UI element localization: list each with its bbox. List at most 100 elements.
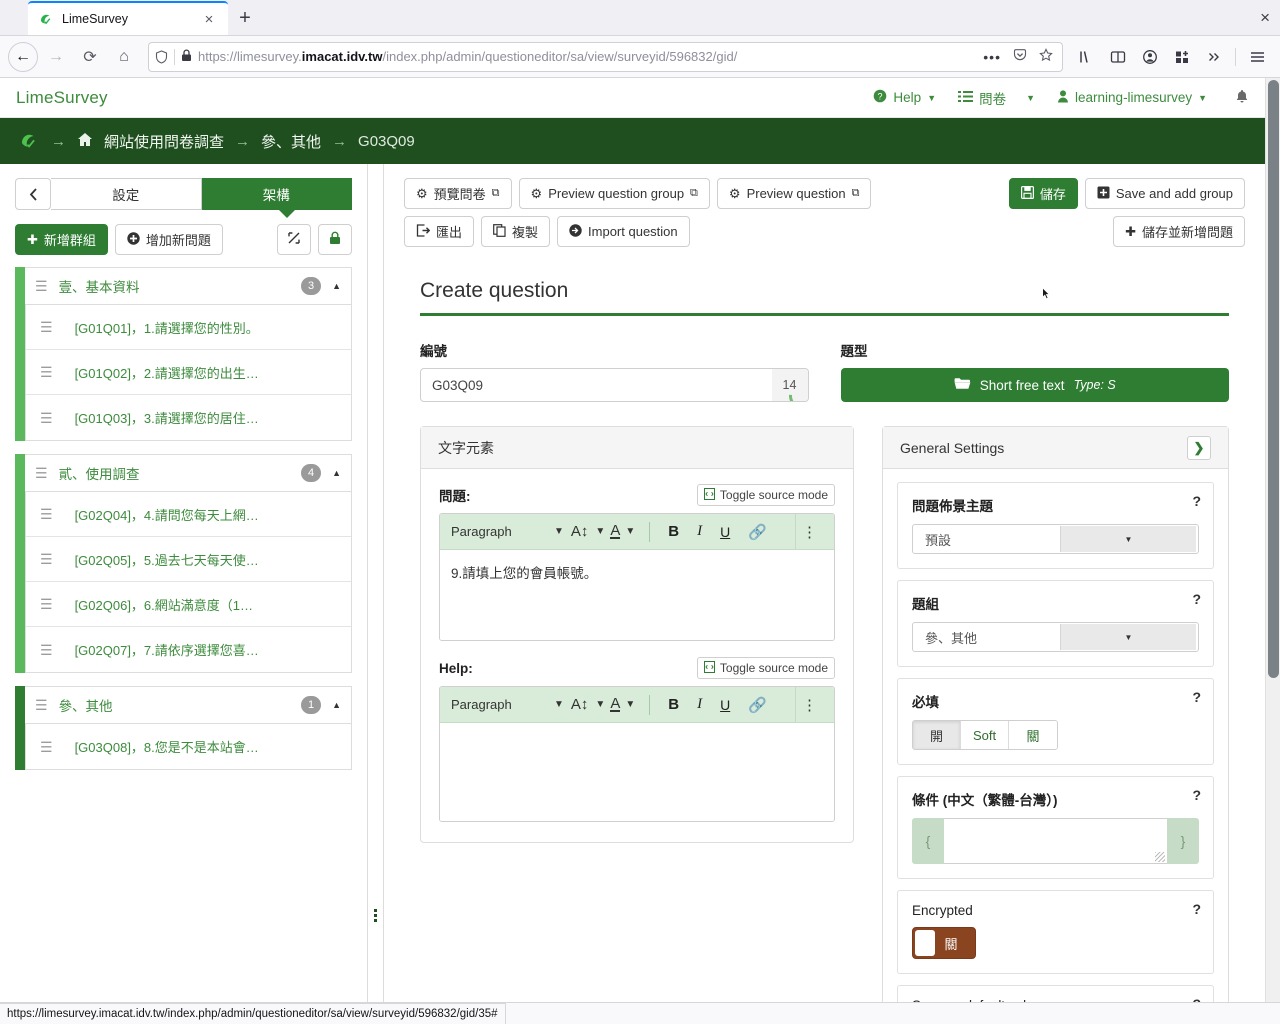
question-rich-editor[interactable]: Paragraph ▼ A↕ ▼ A ▼ B I U 🔗 ⋮ 9.請填上您的會員… <box>439 513 835 641</box>
pocket-icon[interactable] <box>1010 48 1030 65</box>
help-marker-icon[interactable]: ? <box>1192 591 1201 607</box>
group-title[interactable]: 壹、基本資料 <box>59 276 291 296</box>
app-brand[interactable]: LimeSurvey <box>16 88 108 108</box>
mandatory-option-on[interactable]: 開 <box>913 721 961 749</box>
chevron-right-icon[interactable]: ❯ <box>1187 435 1211 460</box>
preview-question-button[interactable]: ⚙ Preview question ⧉ <box>716 178 872 209</box>
help-text-content[interactable] <box>440 723 834 821</box>
bell-icon[interactable] <box>1235 89 1249 107</box>
drag-handle-icon[interactable]: ☰ <box>40 597 53 611</box>
font-color-icon[interactable]: A <box>610 696 621 712</box>
chevron-up-icon[interactable]: ▲ <box>332 468 341 478</box>
list-item[interactable]: ☰ [G01Q03]，3.請選擇您的居住… <box>26 395 351 440</box>
list-item[interactable]: ☰ [G01Q01]，1.請選擇您的性別。 <box>26 305 351 350</box>
help-marker-icon[interactable]: ? <box>1192 901 1201 917</box>
back-icon[interactable]: ← <box>8 41 38 72</box>
tab-close-icon[interactable]: × <box>200 12 218 27</box>
drag-handle-icon[interactable]: ☰ <box>40 507 53 521</box>
group-title[interactable]: 貳、使用調查 <box>59 463 291 483</box>
panel-splitter[interactable] <box>368 164 384 1002</box>
group-title[interactable]: 參、其他 <box>59 695 291 715</box>
resize-handle-icon[interactable] <box>1155 852 1165 862</box>
chevron-down-icon[interactable]: ▼ <box>549 699 569 710</box>
group-header[interactable]: ☰ 壹、基本資料 3 ▲ <box>25 267 352 305</box>
page-scrollbar-thumb[interactable] <box>1268 80 1279 678</box>
italic-icon[interactable]: I <box>688 523 711 540</box>
code-input-wrapper[interactable]: 14 <box>420 368 809 402</box>
url-text[interactable]: https://limesurvey.imacat.idv.tw/index.p… <box>198 49 974 64</box>
home-icon[interactable]: ⌂ <box>108 42 140 72</box>
link-icon[interactable]: 🔗 <box>739 696 776 714</box>
chevron-down-icon[interactable]: ▼ <box>620 699 640 710</box>
breadcrumb-group[interactable]: 參、其他 <box>261 131 321 152</box>
browser-tab-limesurvey[interactable]: LimeSurvey × <box>28 1 228 35</box>
toggle-source-mode-help-button[interactable]: Toggle source mode <box>696 657 835 679</box>
more-vertical-icon[interactable]: ⋮ <box>795 687 823 723</box>
star-icon[interactable] <box>1036 48 1056 65</box>
link-icon[interactable]: 🔗 <box>739 523 776 541</box>
chevron-up-icon[interactable]: ▲ <box>332 700 341 710</box>
app-menu-icon[interactable] <box>1242 42 1272 72</box>
copy-button[interactable]: 複製 <box>481 216 551 247</box>
font-size-icon[interactable]: A↕ <box>569 696 591 713</box>
preview-survey-button[interactable]: ⚙ 預覽問卷 ⧉ <box>404 178 512 209</box>
list-item[interactable]: ☰ [G03Q08]，8.您是不是本站會… <box>26 724 351 769</box>
list-item[interactable]: ☰ [G02Q06]，6.網站滿意度（1… <box>26 582 351 627</box>
question-group-select[interactable]: 參、其他 ▼ <box>912 622 1199 652</box>
question-text-content[interactable]: 9.請填上您的會員帳號。 <box>440 550 834 640</box>
home-icon[interactable] <box>77 132 93 151</box>
save-and-add-group-button[interactable]: Save and add group <box>1084 178 1245 209</box>
toggle-source-mode-question-button[interactable]: Toggle source mode <box>696 484 835 506</box>
drag-handle-icon[interactable]: ☰ <box>40 552 53 566</box>
question-theme-select[interactable]: 預設 ▼ <box>912 524 1199 554</box>
encrypted-toggle[interactable]: 關 <box>912 927 976 959</box>
help-menu[interactable]: ? Help ▼ <box>873 89 936 106</box>
reload-icon[interactable]: ⟳ <box>74 42 106 72</box>
url-bar[interactable]: https://limesurvey.imacat.idv.tw/index.p… <box>148 41 1063 72</box>
sidebar-icon[interactable] <box>1103 42 1133 72</box>
drag-handle-icon[interactable]: ☰ <box>40 365 53 379</box>
export-button[interactable]: 匯出 <box>404 216 475 247</box>
underline-icon[interactable]: U <box>711 697 739 713</box>
mandatory-option-soft[interactable]: Soft <box>961 721 1009 749</box>
group-header[interactable]: ☰ 貳、使用調查 4 ▲ <box>25 454 352 492</box>
drag-handle-icon[interactable]: ☰ <box>40 740 53 754</box>
drag-handle-icon[interactable]: ☰ <box>35 698 48 712</box>
font-size-icon[interactable]: A↕ <box>569 523 591 540</box>
add-group-button[interactable]: ✚ 新增群組 <box>15 224 108 255</box>
more-vertical-icon[interactable]: ⋮ <box>795 514 823 550</box>
page-actions-icon[interactable]: ••• <box>980 49 1004 65</box>
add-question-button[interactable]: 增加新問題 <box>114 224 223 255</box>
tab-structure[interactable]: 架構 <box>201 178 352 210</box>
collapse-all-button[interactable] <box>277 224 311 255</box>
save-and-add-question-button[interactable]: ✚ 儲存並新增問題 <box>1113 216 1245 247</box>
breadcrumb-survey[interactable]: 網站使用問卷調查 <box>104 131 224 152</box>
lock-button[interactable] <box>318 224 352 255</box>
list-item[interactable]: ☰ [G02Q07]，7.請依序選擇您喜… <box>26 627 351 672</box>
window-close-icon[interactable]: × <box>1260 8 1270 28</box>
library-icon[interactable] <box>1071 42 1101 72</box>
forward-icon[interactable]: → <box>40 42 72 72</box>
extensions-icon[interactable] <box>1167 42 1197 72</box>
preview-question-group-button[interactable]: ⚙ Preview question group ⧉ <box>518 178 710 209</box>
surveys-menu[interactable]: 問卷 ▼ <box>958 88 1035 108</box>
help-marker-icon[interactable]: ? <box>1192 689 1201 705</box>
chevron-down-icon[interactable]: ▼ <box>590 526 610 537</box>
group-header[interactable]: ☰ 參、其他 1 ▲ <box>25 686 352 724</box>
font-color-icon[interactable]: A <box>610 523 621 539</box>
splitter-drag-handle[interactable] <box>374 909 377 922</box>
chevron-down-icon[interactable]: ▼ <box>549 526 569 537</box>
italic-icon[interactable]: I <box>688 696 711 713</box>
chevron-down-icon[interactable]: ▼ <box>620 526 640 537</box>
drag-handle-icon[interactable]: ☰ <box>35 466 48 480</box>
question-type-button[interactable]: Short free text Type: S <box>840 368 1229 402</box>
drag-handle-icon[interactable]: ☰ <box>40 320 53 334</box>
chevron-down-icon[interactable]: ▼ <box>590 699 610 710</box>
save-button[interactable]: 儲存 <box>1008 178 1078 209</box>
page-scrollbar[interactable] <box>1265 78 1280 1002</box>
paragraph-style-dropdown[interactable]: Paragraph <box>451 697 549 712</box>
account-icon[interactable] <box>1135 42 1165 72</box>
condition-textarea[interactable] <box>944 818 1167 864</box>
bold-icon[interactable]: B <box>659 696 688 713</box>
limesurvey-logo-icon[interactable] <box>18 130 40 152</box>
